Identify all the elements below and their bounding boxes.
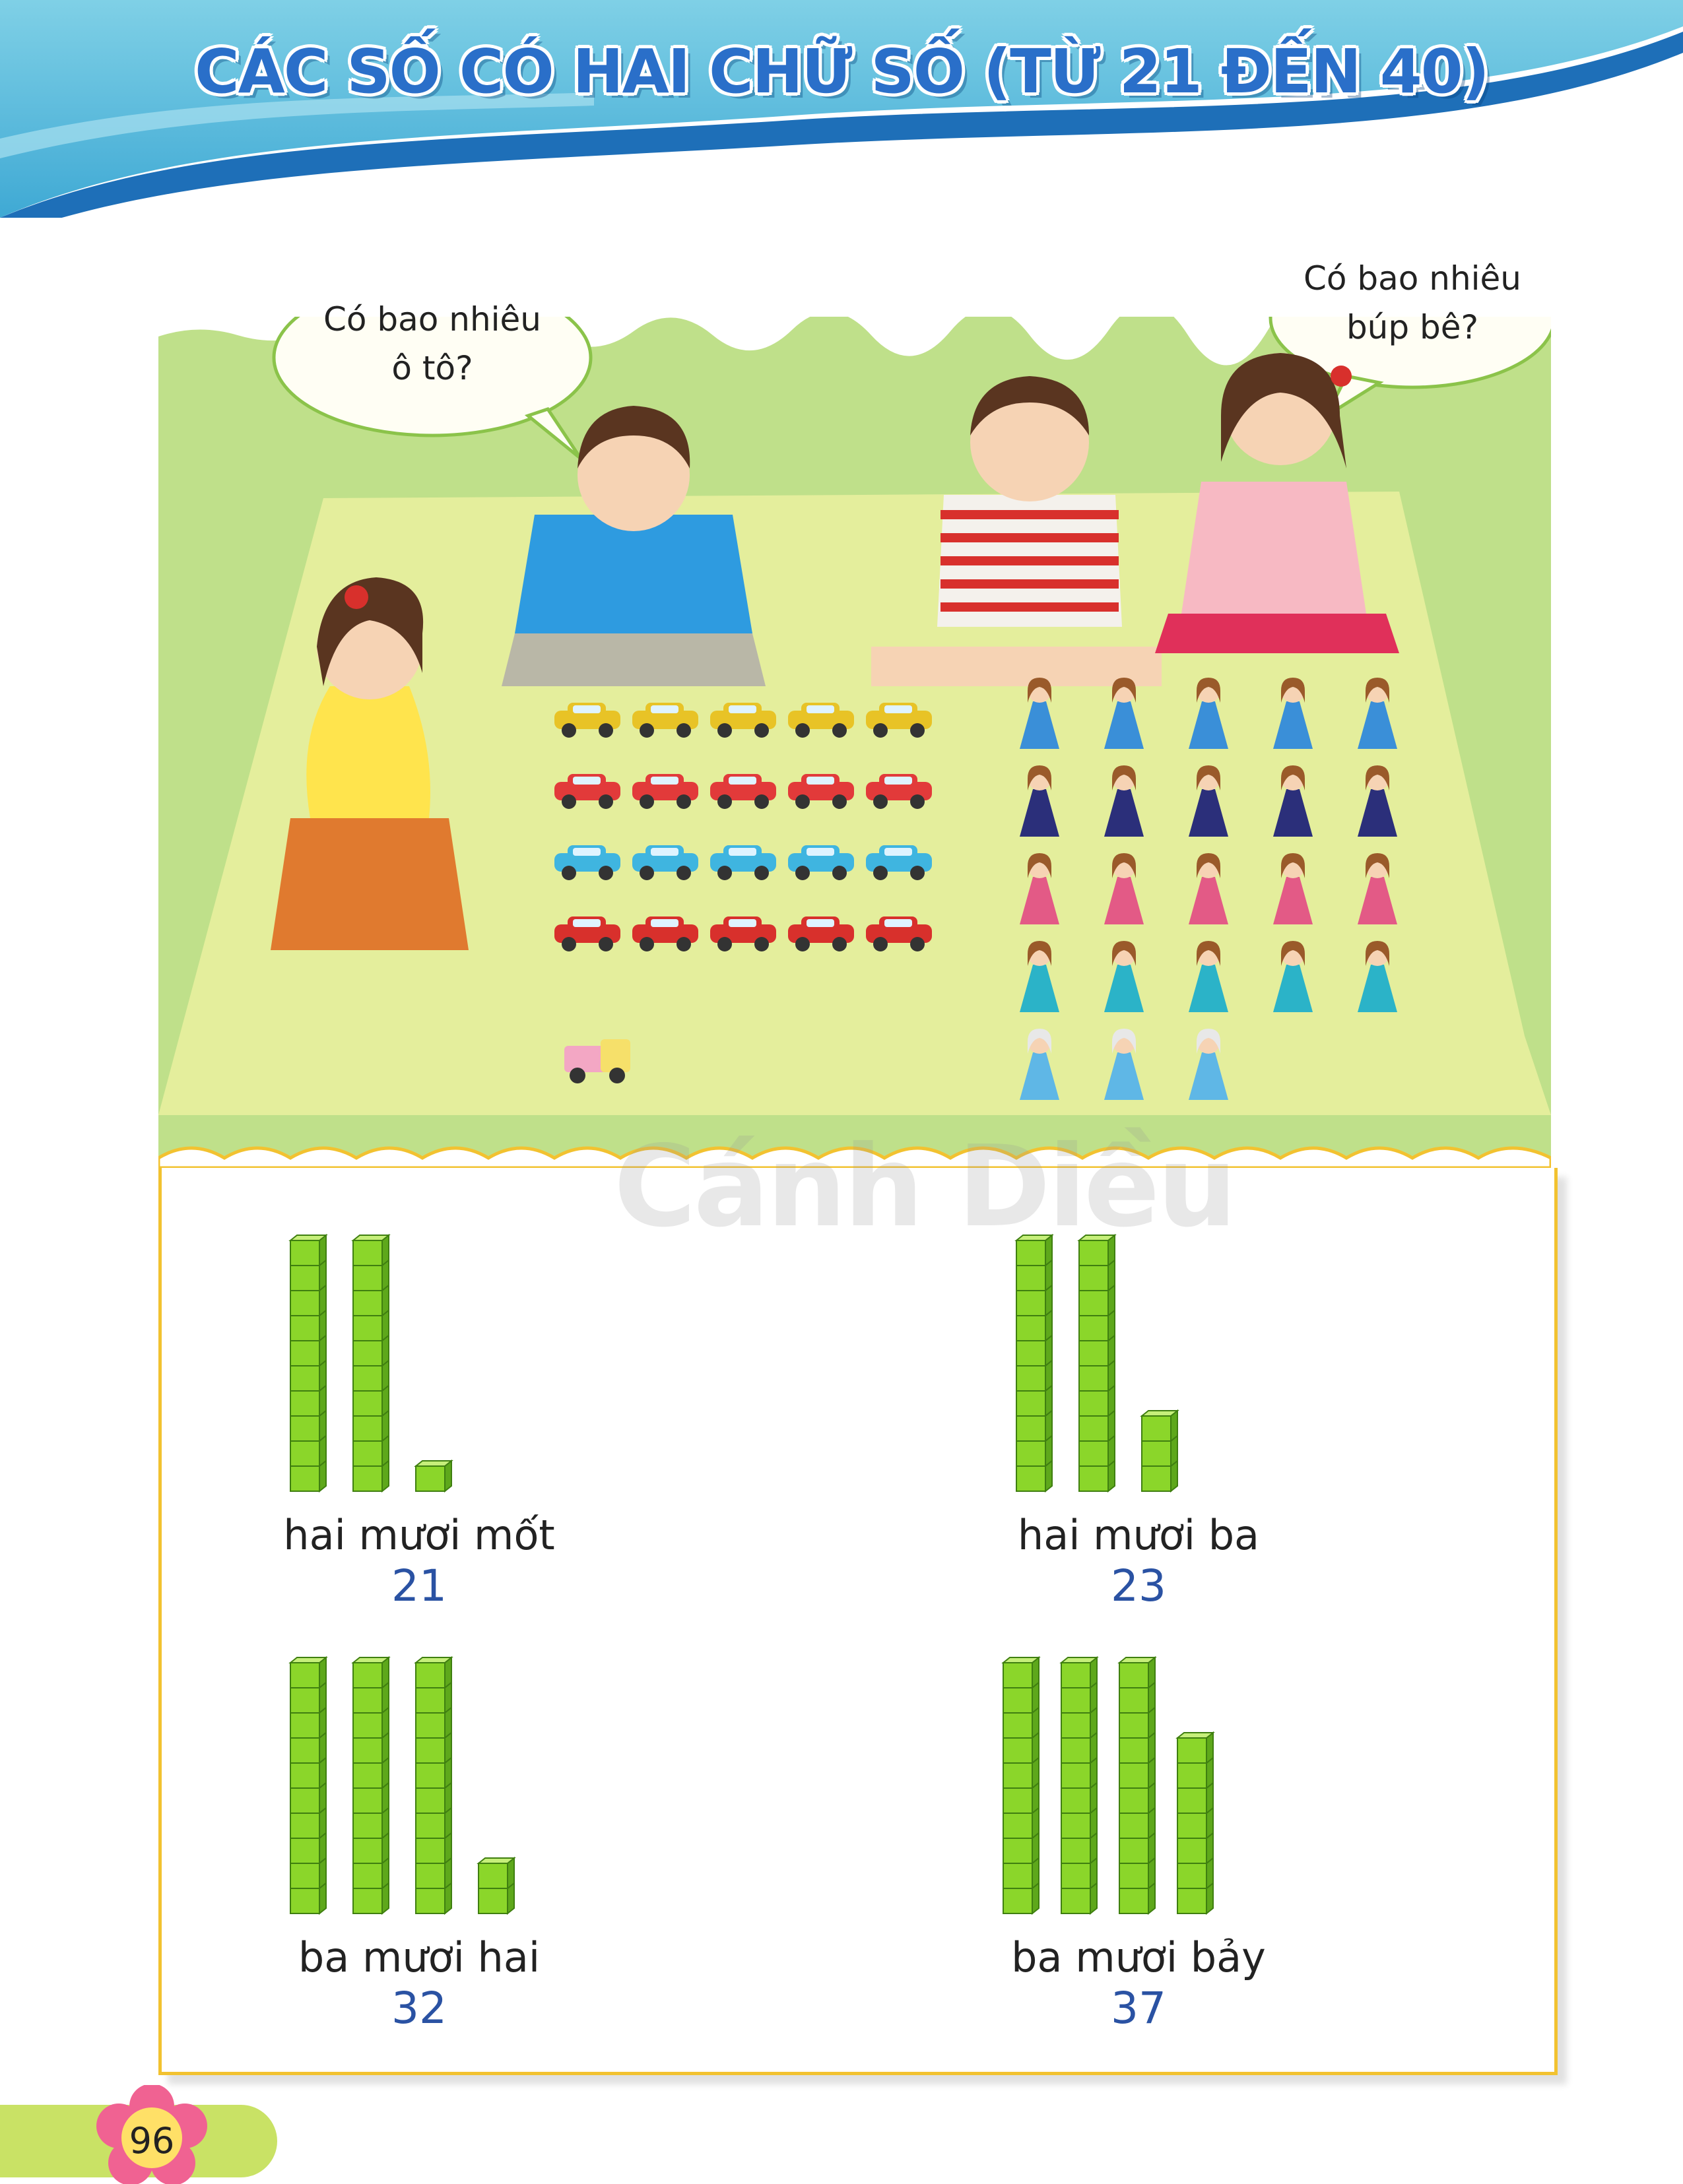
ten-rod [1014, 1234, 1054, 1493]
one-cube [1140, 1409, 1179, 1443]
block-number-23: 23 [1111, 1560, 1166, 1611]
bubble-left-line-2: ô tô? [391, 349, 473, 387]
ten-rod [1077, 1234, 1117, 1493]
ten-rod [414, 1656, 453, 1915]
watermark: Cánh Diều [614, 1122, 1237, 1252]
ten-rod [1001, 1656, 1041, 1915]
header-band [0, 0, 1683, 218]
ten-rod [288, 1234, 328, 1493]
ten-rod [1117, 1656, 1157, 1915]
block-label-21: hai mươi mốt [283, 1511, 555, 1559]
base-ten-blocks-21 [288, 1234, 453, 1493]
block-label-32: ba mươi hai [298, 1933, 541, 1981]
block-label-23: hai mươi ba [1017, 1511, 1260, 1559]
block-number-32: 32 [391, 1983, 447, 2034]
one-cube [477, 1856, 516, 1890]
base-ten-blocks-32 [288, 1656, 516, 1915]
ten-rod [1059, 1656, 1099, 1915]
ten-rod [351, 1234, 391, 1493]
bubble-left-text: Có bao nhiêu ô tô? [280, 295, 584, 393]
base-ten-blocks-23 [1014, 1234, 1179, 1493]
page-number: 96 [129, 2120, 175, 2162]
block-label-37: ba mươi bảy [1011, 1933, 1266, 1981]
bubble-right-line-1: Có bao nhiêu [1304, 259, 1521, 298]
block-number-21: 21 [391, 1560, 447, 1611]
one-cube [414, 1459, 453, 1493]
bubble-left-line-1: Có bao nhiêu [323, 300, 541, 338]
base-ten-blocks-37 [1001, 1656, 1215, 1915]
bubble-right-line-2: búp bê? [1346, 308, 1479, 346]
illustration-scene [158, 317, 1551, 1168]
one-cube [1175, 1731, 1215, 1765]
page-title: CÁC SỐ CÓ HAI CHỮ SỐ (TỪ 21 ĐẾN 40) [195, 36, 1490, 107]
ten-rod [351, 1656, 391, 1915]
block-number-37: 37 [1111, 1983, 1166, 2034]
bubble-right-text: Có bao nhiêu búp bê? [1267, 254, 1558, 352]
ten-rod [288, 1656, 328, 1915]
